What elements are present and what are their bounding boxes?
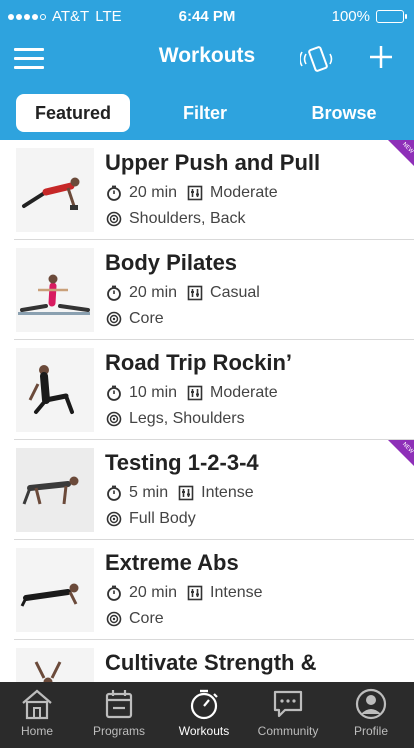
workout-thumbnail: [16, 148, 94, 232]
tab-bar: Home Programs Workouts Community Profile: [0, 682, 414, 748]
intensity-icon: [187, 285, 203, 301]
workout-thumbnail: [16, 648, 94, 682]
new-badge: NEW: [388, 140, 414, 166]
timer-icon: [107, 185, 121, 201]
workout-row[interactable]: Extreme Abs 20 min Intense Core: [0, 540, 414, 640]
phone-sync-icon[interactable]: [300, 44, 336, 74]
target-icon: [106, 611, 122, 627]
timer-icon: [107, 585, 121, 601]
target-icon: [106, 511, 122, 527]
workout-name: Testing 1-2-3-4: [105, 450, 259, 475]
workout-intensity: Moderate: [210, 384, 278, 401]
workout-focus: Core: [129, 310, 164, 327]
tab-browse[interactable]: Browse: [280, 94, 408, 132]
workout-intensity: Casual: [210, 284, 260, 301]
intensity-icon: [187, 185, 203, 201]
tab-featured[interactable]: Featured: [16, 94, 130, 132]
workout-duration: 5 min: [129, 484, 169, 501]
nav-bar: Workouts: [0, 34, 414, 84]
workout-focus: Legs, Shoulders: [129, 410, 245, 427]
timer-icon: [107, 485, 121, 501]
workout-intensity: Moderate: [210, 184, 278, 201]
new-badge: NEW: [388, 440, 414, 466]
workout-row[interactable]: Upper Push and Pull 20 min Moderate Shou…: [0, 140, 414, 240]
intensity-icon: [187, 585, 203, 601]
home-icon: [22, 689, 52, 720]
tab-programs[interactable]: Programs: [78, 682, 160, 748]
workout-list: Upper Push and Pull 20 min Moderate Shou…: [0, 140, 414, 682]
workout-row[interactable]: Road Trip Rockin’ 10 min Moderate Legs, …: [0, 340, 414, 440]
workout-name: Extreme Abs: [105, 550, 239, 575]
workout-duration: 20 min: [129, 284, 178, 301]
chat-icon: [273, 690, 303, 718]
tab-label: Workouts: [178, 724, 230, 738]
intensity-icon: [178, 485, 194, 501]
workout-thumbnail: [16, 548, 94, 632]
workout-duration: 20 min: [129, 584, 178, 601]
workout-thumbnail: [16, 448, 94, 532]
workout-duration: 10 min: [129, 384, 178, 401]
workout-duration: 20 min: [129, 184, 178, 201]
status-bar: AT&T LTE 6:44 PM 100%: [0, 0, 414, 34]
tab-community[interactable]: Community: [247, 682, 329, 748]
workout-name: Body Pilates: [105, 250, 238, 275]
workout-row[interactable]: Testing 1-2-3-4 5 min Intense Full Body …: [0, 440, 414, 540]
page-title: Workouts: [158, 44, 256, 67]
tab-workouts[interactable]: Workouts: [163, 682, 245, 748]
tab-label: Profile: [353, 724, 388, 738]
workout-thumbnail: [16, 348, 94, 432]
workout-focus: Core: [129, 610, 164, 627]
workout-thumbnail: [16, 248, 94, 332]
header: AT&T LTE 6:44 PM 100% Workouts Featured …: [0, 0, 414, 140]
workout-row[interactable]: Body Pilates 20 min Casual Core: [0, 240, 414, 340]
workout-name: Upper Push and Pull: [105, 150, 321, 175]
workout-name: Road Trip Rockin’: [105, 350, 293, 375]
add-icon[interactable]: [368, 44, 394, 70]
tab-filter[interactable]: Filter: [150, 94, 260, 132]
stopwatch-icon: [190, 689, 218, 720]
target-icon: [106, 311, 122, 327]
workout-row[interactable]: Cultivate Strength &: [0, 640, 414, 682]
timer-icon: [107, 285, 121, 301]
workout-name: Cultivate Strength &: [105, 650, 317, 675]
battery-icon: [376, 10, 407, 23]
tab-home[interactable]: Home: [0, 682, 78, 748]
workout-focus: Shoulders, Back: [129, 210, 246, 227]
user-icon: [355, 688, 387, 720]
tab-label: Home: [20, 724, 53, 738]
segment-control: Featured Filter Browse: [0, 94, 414, 132]
target-icon: [106, 411, 122, 427]
workout-focus: Full Body: [129, 510, 196, 527]
tab-label: Programs: [92, 724, 145, 738]
workout-intensity: Intense: [201, 484, 254, 501]
battery-percent: 100%: [331, 8, 370, 25]
tab-label: Community: [257, 724, 319, 738]
timer-icon: [107, 385, 121, 401]
intensity-icon: [187, 385, 203, 401]
calendar-icon: [105, 690, 133, 719]
target-icon: [106, 211, 122, 227]
tab-profile[interactable]: Profile: [330, 682, 412, 748]
workout-intensity: Intense: [210, 584, 263, 601]
